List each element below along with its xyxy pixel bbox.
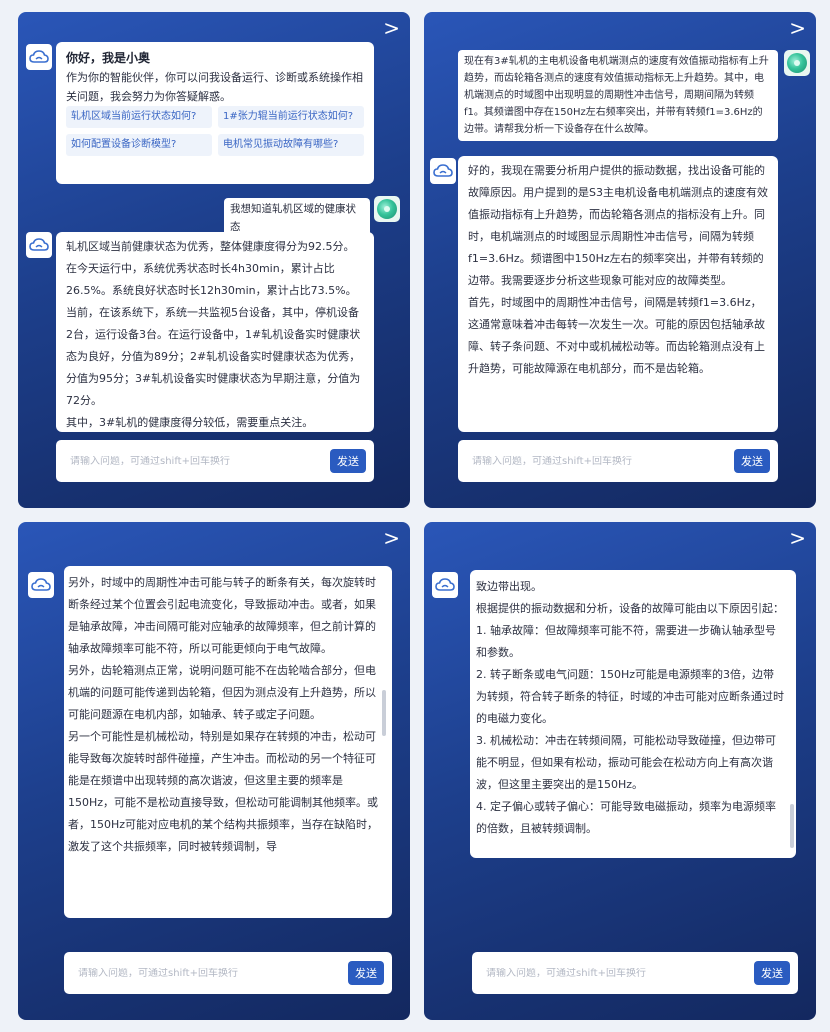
send-button[interactable]: 发送: [754, 961, 790, 985]
chevron-right-icon[interactable]: >: [383, 16, 400, 40]
suggestion-list: 轧机区域当前运行状态如何? 1#张力辊当前运行状态如何? 如何配置设备诊断模型?…: [66, 106, 364, 156]
suggestion-chip[interactable]: 1#张力辊当前运行状态如何?: [218, 106, 364, 128]
user-avatar-icon: [784, 50, 810, 76]
reply-paragraph: 轧机区域当前健康状态为优秀，整体健康度得分为92.5分。在今天运行中，系统优秀状…: [66, 240, 357, 297]
assistant-reply: 致边带出现。 根据提供的振动数据和分析，设备的故障可能由以下原因引起： 1. 轴…: [470, 570, 796, 858]
chat-input-bar: 发送: [472, 952, 798, 994]
chat-input[interactable]: [472, 455, 734, 467]
send-button[interactable]: 发送: [330, 449, 366, 473]
send-button[interactable]: 发送: [734, 449, 770, 473]
chat-panel-2: > 现在有3#轧机的主电机设备电机端测点的速度有效值振动指标有上升趋势，而齿轮箱…: [424, 12, 816, 508]
reply-paragraph: 1. 轴承故障：但故障频率可能不符，需要进一步确认轴承型号和参数。: [476, 624, 776, 659]
chat-panel-4: > 致边带出现。 根据提供的振动数据和分析，设备的故障可能由以下原因引起： 1.…: [424, 522, 816, 1020]
reply-paragraph: 2. 转子断条或电气问题：150Hz可能是电源频率的3倍，边带为转频，符合转子断…: [476, 668, 784, 725]
reply-paragraph: 另外，时域中的周期性冲击可能与转子的断条有关，每次旋转时断条经过某个位置会引起电…: [68, 576, 376, 655]
chevron-right-icon[interactable]: >: [789, 526, 806, 550]
send-button[interactable]: 发送: [348, 961, 384, 985]
reply-paragraph: 另外，齿轮箱测点正常，说明问题可能不在齿轮啮合部分，但电机端的问题可能传递到齿轮…: [68, 664, 376, 721]
assistant-reply: 另外，时域中的周期性冲击可能与转子的断条有关，每次旋转时断条经过某个位置会引起电…: [64, 566, 392, 918]
assistant-reply: 好的，我现在需要分析用户提供的振动数据，找出设备可能的故障原因。用户提到的是S3…: [458, 156, 778, 432]
cloud-icon: [26, 232, 52, 258]
reply-paragraph: 当前，在该系统下，系统一共监视5台设备，其中，停机设备2台，运行设备3台。在运行…: [66, 306, 361, 407]
cloud-icon: [28, 572, 54, 598]
chat-input-bar: 发送: [64, 952, 392, 994]
reply-paragraph: 首先，时域图中的周期性冲击信号，间隔是转频f1=3.6Hz，这通常意味着冲击每转…: [468, 296, 765, 375]
scrollbar-thumb[interactable]: [382, 690, 386, 736]
chat-panel-3: > 另外，时域中的周期性冲击可能与转子的断条有关，每次旋转时断条经过某个位置会引…: [18, 522, 410, 1020]
cloud-icon: [430, 158, 456, 184]
reply-paragraph: 4. 定子偏心或转子偏心：可能导致电磁振动，频率为电源频率的倍数，且被转频调制。: [476, 800, 776, 835]
user-message: 现在有3#轧机的主电机设备电机端测点的速度有效值振动指标有上升趋势，而齿轮箱各测…: [458, 50, 778, 141]
user-avatar-icon: [374, 196, 400, 222]
chat-input-bar: 发送: [458, 440, 778, 482]
reply-paragraph: 3. 机械松动：冲击在转频间隔，可能松动导致碰撞，但边带可能不明显，但如果有松动…: [476, 734, 776, 791]
suggestion-chip[interactable]: 电机常见振动故障有哪些?: [218, 134, 364, 156]
greeting-body: 作为你的智能伙伴，你可以问我设备运行、诊断或系统操作相关问题，我会努力为你答疑解…: [66, 71, 363, 103]
cloud-icon: [432, 572, 458, 598]
chat-input-bar: 发送: [56, 440, 374, 482]
suggestion-chip[interactable]: 如何配置设备诊断模型?: [66, 134, 212, 156]
reply-paragraph: 根据提供的振动数据和分析，设备的故障可能由以下原因引起：: [476, 602, 784, 615]
reply-paragraph: 好的，我现在需要分析用户提供的振动数据，找出设备可能的故障原因。用户提到的是S3…: [468, 164, 768, 287]
reply-paragraph: 另一个可能性是机械松动，特别是如果存在转频的冲击，松动可能导致每次旋转时部件碰撞…: [68, 730, 379, 853]
chat-panel-1: > 你好，我是小奥 作为你的智能伙伴，你可以问我设备运行、诊断或系统操作相关问题…: [18, 12, 410, 508]
reply-paragraph: 致边带出现。: [476, 580, 542, 593]
assistant-reply: 轧机区域当前健康状态为优秀，整体健康度得分为92.5分。在今天运行中，系统优秀状…: [56, 232, 374, 432]
chat-input[interactable]: [78, 967, 348, 979]
chevron-right-icon[interactable]: >: [383, 526, 400, 550]
reply-paragraph: 其中，3#轧机的健康度得分较低，需要重点关注。: [66, 416, 314, 429]
suggestion-chip[interactable]: 轧机区域当前运行状态如何?: [66, 106, 212, 128]
greeting-bubble: 你好，我是小奥 作为你的智能伙伴，你可以问我设备运行、诊断或系统操作相关问题，我…: [56, 42, 374, 184]
chat-input[interactable]: [486, 967, 754, 979]
cloud-icon: [26, 44, 52, 70]
chat-input[interactable]: [70, 455, 330, 467]
greeting-title: 你好，我是小奥: [66, 51, 151, 65]
scrollbar-thumb[interactable]: [790, 804, 794, 848]
chevron-right-icon[interactable]: >: [789, 16, 806, 40]
